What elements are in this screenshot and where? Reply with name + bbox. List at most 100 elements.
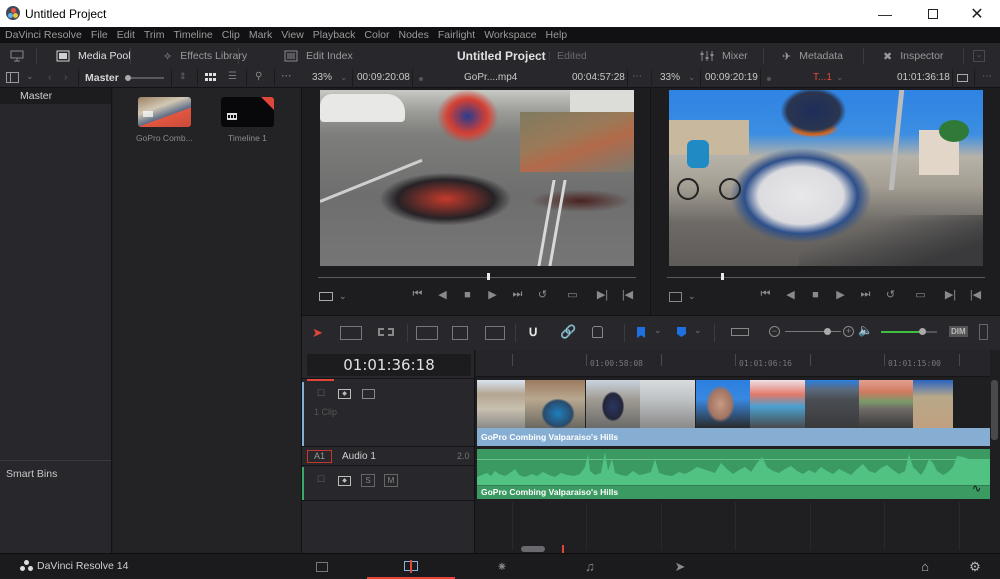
play-reverse-icon[interactable]: ◀ xyxy=(778,288,803,301)
timeline-zoom-slider[interactable] xyxy=(785,331,841,332)
zoom-out-icon[interactable]: − xyxy=(769,326,780,337)
sidebar-toggle-icon[interactable] xyxy=(6,72,19,83)
stop-icon[interactable]: ■ xyxy=(803,289,828,301)
media-clip-thumbnail[interactable] xyxy=(138,97,191,127)
mark-out-icon[interactable]: |◀ xyxy=(615,288,640,301)
grid-view-icon[interactable] xyxy=(205,73,216,82)
search-icon[interactable]: ⚲ xyxy=(255,71,262,82)
settings-button[interactable]: ⚙ xyxy=(962,554,988,579)
metadata-button[interactable]: ✈ Metadata xyxy=(782,43,843,69)
snapping-magnet-icon[interactable]: ∪ xyxy=(528,323,538,340)
timeline-view-options-icon[interactable] xyxy=(731,328,749,336)
menu-playback[interactable]: Playback xyxy=(313,29,356,41)
trim-tool-icon[interactable] xyxy=(340,326,362,340)
page-media-button[interactable] xyxy=(300,554,344,579)
mixer-button[interactable]: Mixer xyxy=(700,43,748,69)
minimize-button[interactable]: — xyxy=(862,0,908,27)
video-clip[interactable]: GoPro Combing Valparaiso's Hills xyxy=(477,428,990,446)
chevron-down-icon[interactable]: ⌄ xyxy=(340,72,348,83)
media-pool-button[interactable]: Media Pool xyxy=(56,43,131,69)
audio-track-id[interactable]: A1 xyxy=(307,450,332,463)
play-icon[interactable]: ▶ xyxy=(480,288,505,301)
chevron-down-icon[interactable]: ⌄ xyxy=(26,71,34,82)
timeline-ruler[interactable]: 01:00:58:08 01:01:06:16 01:01:15:00 xyxy=(476,350,990,377)
chevron-down-icon[interactable]: ⌄ xyxy=(836,72,844,83)
menu-davinci-resolve[interactable]: DaVinci Resolve xyxy=(5,29,82,41)
menu-nodes[interactable]: Nodes xyxy=(398,29,428,41)
audio-clip[interactable]: GoPro Combing Valparaiso's Hills ∿ xyxy=(477,449,990,499)
video-enable-icon[interactable] xyxy=(362,389,375,399)
chevron-down-icon[interactable]: ⌄ xyxy=(688,72,696,83)
blade-tool-icon[interactable] xyxy=(378,328,394,336)
page-color-button[interactable]: ⁕ xyxy=(480,554,524,579)
menu-file[interactable]: File xyxy=(91,29,108,41)
maximize-button[interactable] xyxy=(910,0,956,27)
jump-to-start-icon[interactable]: ⏮ xyxy=(405,288,430,301)
source-playhead[interactable] xyxy=(486,273,490,280)
zoom-in-icon[interactable]: + xyxy=(843,326,854,337)
selection-tool-icon[interactable]: ➤ xyxy=(312,325,323,341)
play-icon[interactable]: ▶ xyxy=(828,288,853,301)
menu-view[interactable]: View xyxy=(281,29,304,41)
flag-icon[interactable] xyxy=(637,327,645,338)
dim-button[interactable]: DIM xyxy=(949,326,968,337)
position-lock-icon[interactable] xyxy=(592,326,603,338)
timeline-video-frame[interactable] xyxy=(669,90,983,266)
page-deliver-button[interactable]: ➤ xyxy=(658,554,702,579)
more-options-icon[interactable]: ⋯ xyxy=(281,70,292,82)
chevron-down-icon[interactable]: ⌄ xyxy=(339,291,347,302)
jump-to-end-icon[interactable]: ⏭ xyxy=(853,288,878,301)
auto-select-icon[interactable]: ◆ xyxy=(338,476,351,486)
lock-icon[interactable]: ☐ xyxy=(317,474,325,485)
solo-button[interactable]: S xyxy=(361,474,375,487)
page-edit-button[interactable] xyxy=(367,554,455,579)
menu-trim[interactable]: Trim xyxy=(144,29,165,41)
volume-slider-handle[interactable] xyxy=(918,328,926,335)
menu-edit[interactable]: Edit xyxy=(117,29,135,41)
bin-master[interactable]: Master xyxy=(0,88,111,104)
stop-icon[interactable]: ■ xyxy=(455,289,480,301)
thumbnail-size-slider[interactable] xyxy=(131,77,164,79)
timeline-horizontal-scrollbar[interactable] xyxy=(521,546,545,552)
source-clip-name[interactable]: GoPr....mp4 xyxy=(464,72,517,83)
toggle-workspace-button[interactable] xyxy=(10,43,24,69)
source-zoom-select[interactable]: 33% xyxy=(312,72,332,83)
page-fairlight-button[interactable]: ♫ xyxy=(568,554,612,579)
more-options-icon[interactable]: ⋯ xyxy=(632,71,642,82)
play-reverse-icon[interactable]: ◀ xyxy=(430,288,455,301)
mark-in-icon[interactable]: ▶| xyxy=(590,288,615,301)
source-scrubber[interactable] xyxy=(318,277,636,278)
panel-toggle-button[interactable]: ⌄ xyxy=(973,43,985,69)
timeline-viewer-playhead[interactable] xyxy=(721,273,725,280)
chevron-down-icon[interactable]: ⌄ xyxy=(654,325,662,336)
mark-in-icon[interactable]: ▶| xyxy=(938,288,963,301)
source-video-frame[interactable] xyxy=(320,90,634,266)
viewer-mode-icon[interactable] xyxy=(957,74,968,82)
home-button[interactable]: ⌂ xyxy=(912,554,938,579)
menu-timeline[interactable]: Timeline xyxy=(173,29,212,41)
jump-to-start-icon[interactable]: ⏮ xyxy=(753,288,778,301)
mute-button[interactable]: M xyxy=(384,474,398,487)
mark-out-icon[interactable]: |◀ xyxy=(963,288,988,301)
menu-mark[interactable]: Mark xyxy=(249,29,272,41)
inspector-button[interactable]: ✖ Inspector xyxy=(883,43,943,69)
edit-index-button[interactable]: Edit Index xyxy=(284,43,353,69)
loop-icon[interactable]: ↺ xyxy=(878,288,903,301)
match-frame-icon[interactable]: ▭ xyxy=(903,288,938,301)
timeline-vertical-scrollbar[interactable] xyxy=(991,380,998,440)
audio-meter-icon[interactable] xyxy=(979,324,988,340)
timeline-name-select[interactable]: T...1 xyxy=(813,72,832,83)
safe-area-icon[interactable] xyxy=(669,291,682,302)
chevron-down-icon[interactable]: ⌄ xyxy=(694,325,702,336)
sort-icon[interactable]: ⇕ xyxy=(179,71,187,82)
timeline-zoom-select[interactable]: 33% xyxy=(660,72,680,83)
chevron-down-icon[interactable]: ⌄ xyxy=(688,291,696,302)
menu-color[interactable]: Color xyxy=(364,29,389,41)
loop-icon[interactable]: ↺ xyxy=(530,288,555,301)
audio-track-name[interactable]: Audio 1 xyxy=(342,451,376,462)
linked-selection-icon[interactable]: 🔗 xyxy=(560,324,576,340)
marker-icon[interactable] xyxy=(677,327,686,337)
back-arrow-icon[interactable]: ‹ xyxy=(48,71,52,83)
menu-help[interactable]: Help xyxy=(546,29,568,41)
forward-arrow-icon[interactable]: › xyxy=(64,71,68,83)
